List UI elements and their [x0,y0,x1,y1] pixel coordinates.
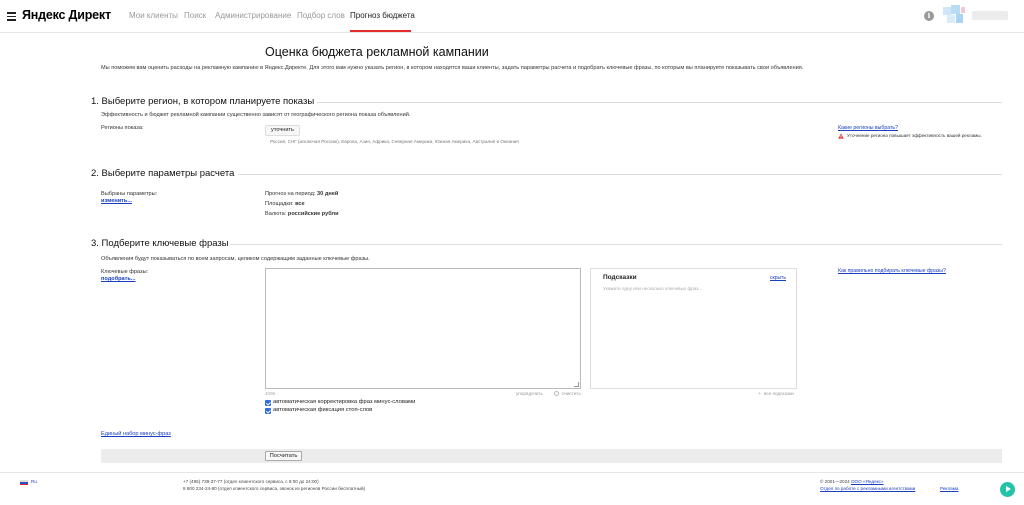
copyright: © 2001—2024 ООО «Яндекс» [820,479,884,484]
avatar[interactable] [943,5,965,27]
clear-icon[interactable] [554,391,559,396]
section-divider [317,102,1002,103]
info-icon[interactable]: i [924,11,934,21]
user-name[interactable] [972,11,1008,20]
minus-phrases-link[interactable]: Единый набор минус-фраз [101,431,171,437]
section-divider [230,244,1002,245]
active-tab-underline [350,30,411,32]
regions-label: Регионы показа: [101,125,144,131]
all-hints-link[interactable]: все подсказки [764,391,794,396]
keywords-textarea[interactable] [265,268,581,389]
regions-list: Россия, СНГ (исключая Россию), Европа, А… [270,139,519,144]
phone-moscow: +7 (495) 739-37-77 (отдел клиентского се… [183,479,319,484]
stopwords-checkbox[interactable] [265,408,271,414]
region-warning-text: Уточнение региона повышает эффективность… [847,133,982,138]
submit-bar [101,449,1002,463]
phone-regions: 8 800 234-24-80 (отдел клиентского серви… [183,486,366,491]
char-counter: 4096 [265,391,276,396]
which-regions-link[interactable]: Какие регионы выбрать? [838,125,898,131]
nav-my-clients[interactable]: Мои клиенты [129,11,178,20]
calculate-button[interactable]: Посчитать [265,451,302,461]
currency-row: Валюта: российские рубли [265,211,339,217]
keywords-label: Ключевые фразы: [101,269,149,275]
change-params-link[interactable]: изменить... [101,198,132,204]
yandex-company-link[interactable]: ООО «Яндекс» [851,479,884,484]
section-params-heading: 2. Выберите параметры расчета [91,168,235,179]
resize-handle-icon[interactable] [574,382,579,387]
clear-link[interactable]: очистить [562,391,581,396]
hide-hints-link[interactable]: скрыть [770,275,786,281]
order-link[interactable]: упорядочить [516,391,543,396]
stopwords-label: автоматическая фиксация стоп-слов [273,407,373,413]
clarify-regions-button[interactable]: уточнить [265,125,300,136]
section-region-heading: 1. Выберите регион, в котором планируете… [91,96,315,107]
top-header: Яндекс Директ Мои клиенты Поиск Админист… [0,0,1024,33]
pick-keywords-link[interactable]: подобрать... [101,276,136,282]
agencies-link[interactable]: Отдел по работе с рекламными агентствами [820,486,915,491]
params-label: Выбраны параметры: [101,191,158,197]
ads-link[interactable]: Реклама [940,486,958,491]
language-switch[interactable]: Ru [31,479,37,484]
support-chat-icon[interactable] [1000,482,1015,497]
warning-icon [838,133,844,139]
nav-search[interactable]: Поиск [184,11,206,20]
nav-administration[interactable]: Администрирование [215,11,291,20]
nav-budget-forecast[interactable]: Прогноз бюджета [350,11,415,20]
page-title: Оценка бюджета рекламной кампании [265,45,489,59]
intro-text: Мы поможем вам оценить расходы на реклам… [101,65,804,71]
platforms-row: Площадки: все [265,201,305,207]
footer-divider [0,472,1024,473]
section-divider [238,174,1002,175]
burger-menu-icon[interactable] [7,12,16,21]
nav-word-selection[interactable]: Подбор слов [297,11,345,20]
region-description: Эффективность и бюджет рекламной кампани… [101,112,411,118]
autocorrect-checkbox[interactable] [265,400,271,406]
all-hints-bullet: + [758,391,761,396]
logo[interactable]: Яндекс Директ [22,8,111,22]
autocorrect-label: автоматическая корректировка фраз минус-… [273,399,416,405]
period-row: Прогноз на период: 30 дней [265,191,339,197]
hints-title: Подсказки [603,274,637,281]
keywords-howto-link[interactable]: Как правильно подбирать ключевые фразы? [838,268,946,274]
flag-ru-icon[interactable] [20,480,28,486]
footer-separator: · [933,486,935,491]
section-keywords-heading: 3. Подберите ключевые фразы [91,238,229,249]
keywords-description: Объявления будут показываться по всем за… [101,256,370,262]
hints-panel: Подсказки скрыть Укажите одну или нескол… [590,268,797,389]
hints-placeholder: Укажите одну или несколько ключевых фраз… [603,286,703,291]
